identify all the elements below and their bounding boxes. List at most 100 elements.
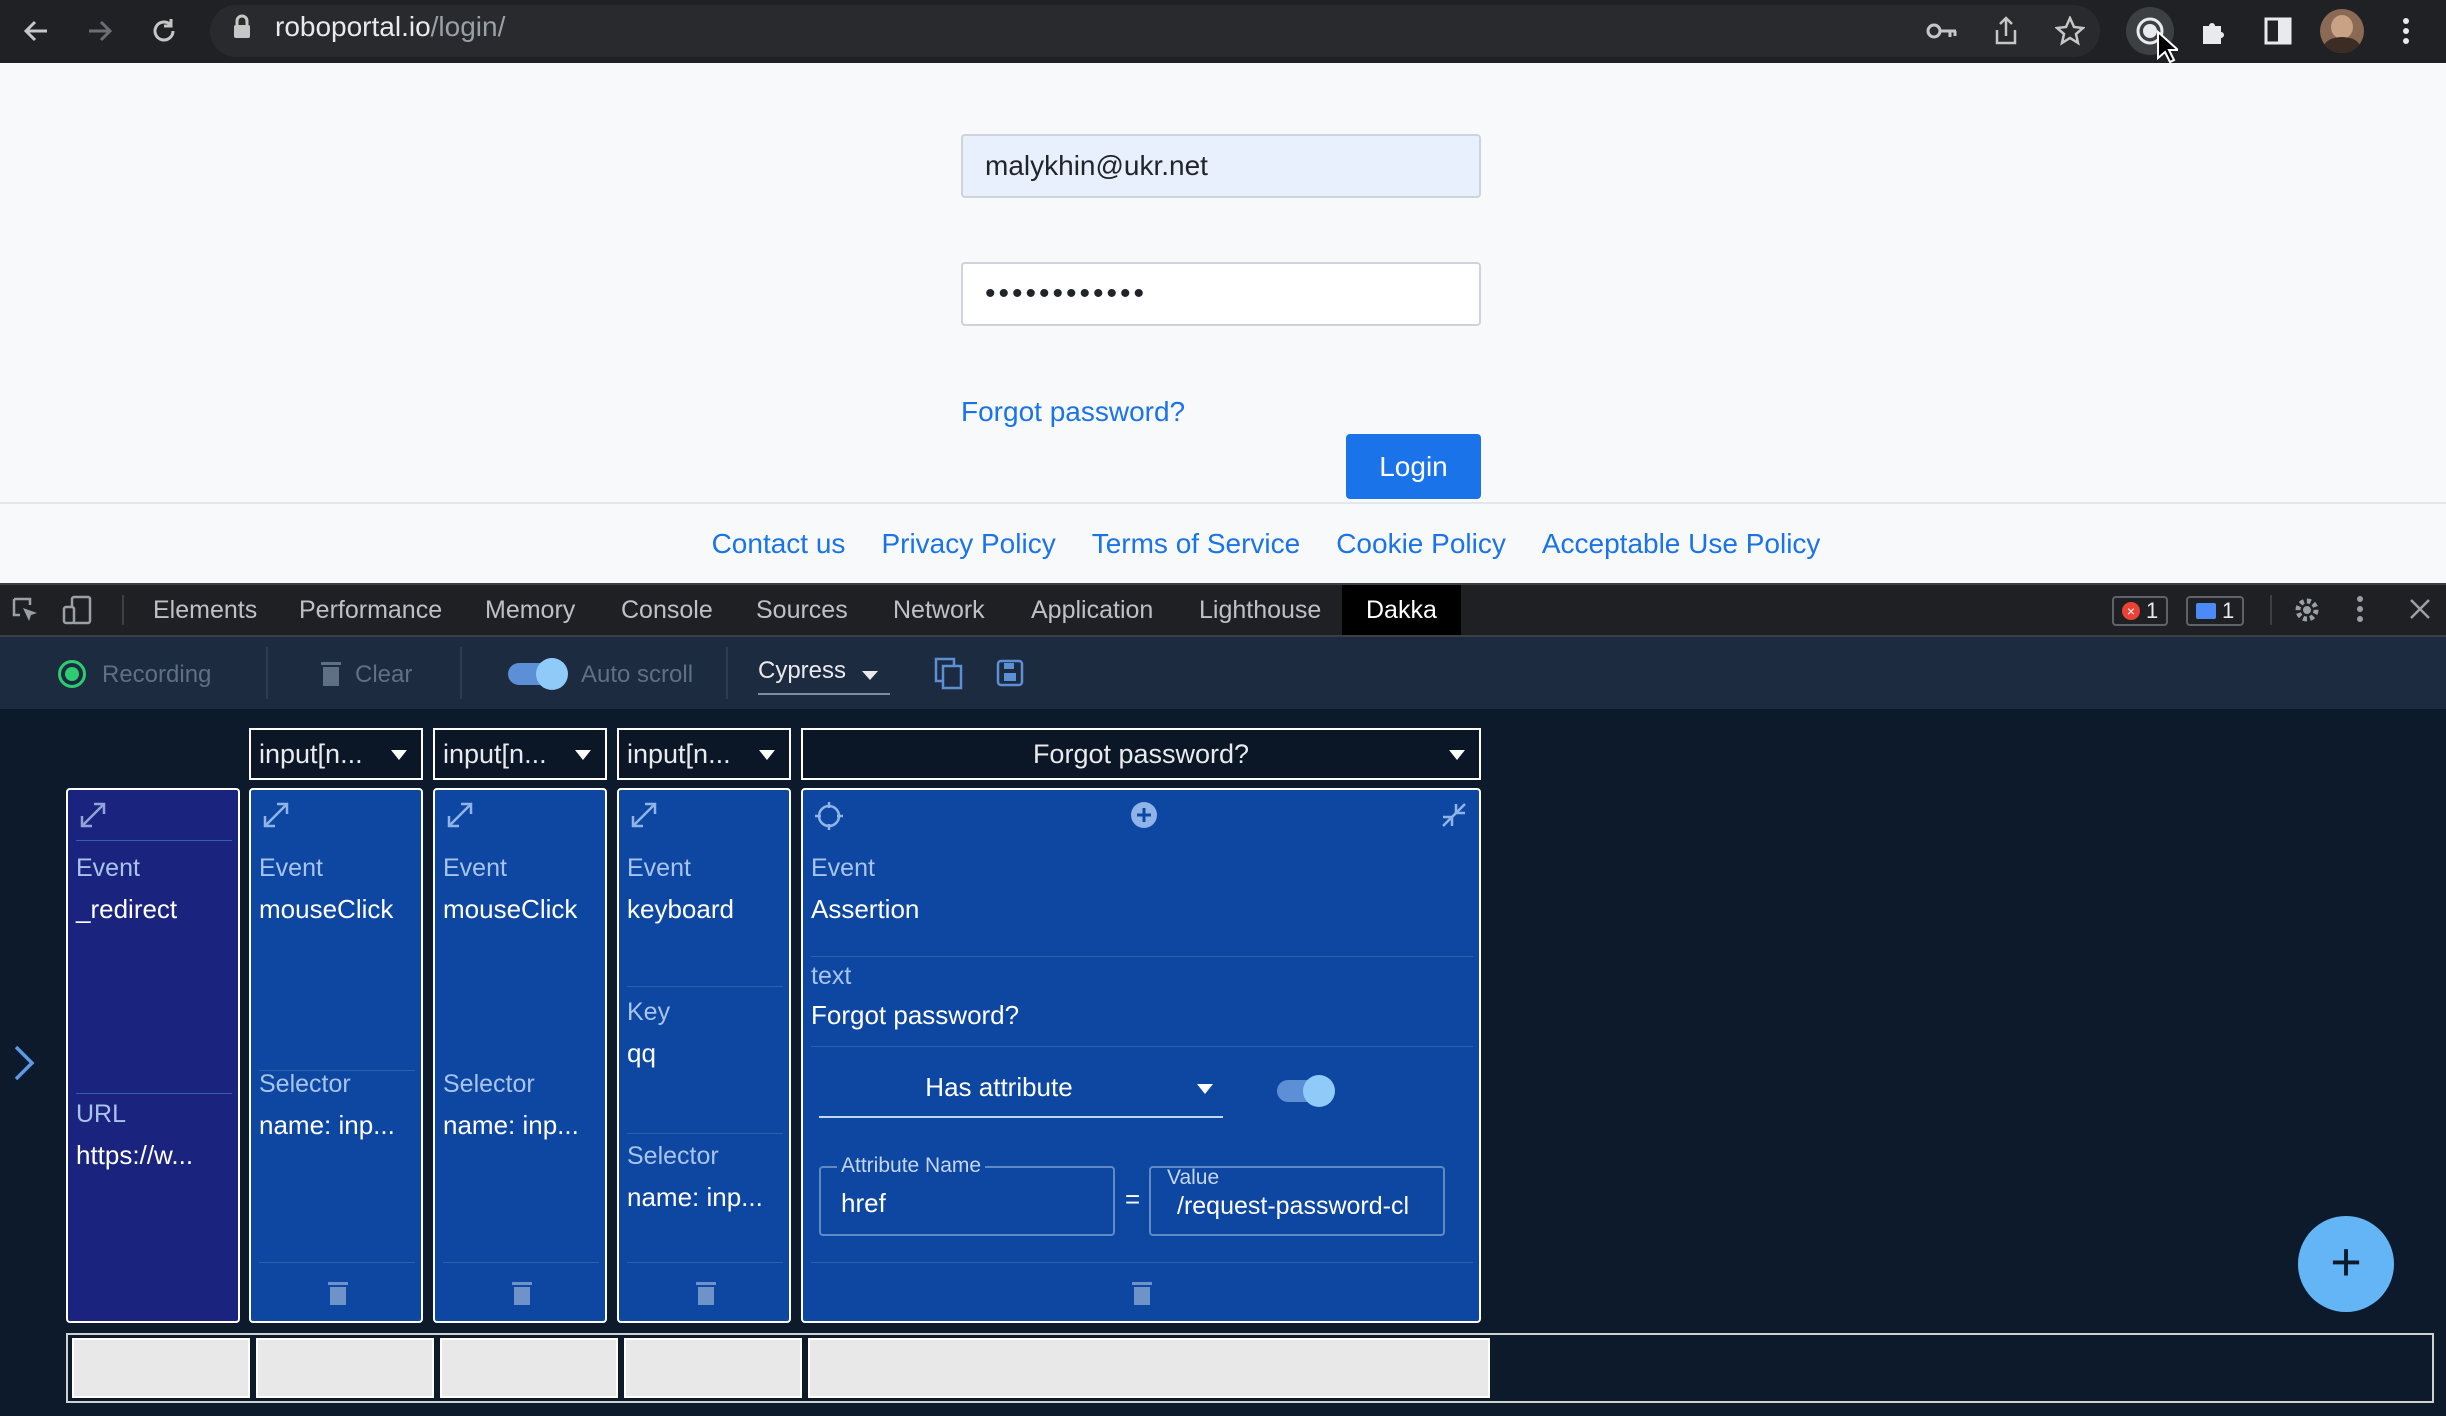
email-field[interactable]: malykhin@ukr.net: [961, 134, 1481, 198]
tab-application[interactable]: Application: [1031, 585, 1153, 635]
divider: [627, 1133, 783, 1134]
assertion-toggle[interactable]: [1277, 1075, 1335, 1107]
attribute-name-field[interactable]: Attribute Name href: [819, 1154, 1115, 1236]
chevron-right-icon[interactable]: [12, 1044, 36, 1087]
timeline-slot[interactable]: [440, 1338, 618, 1398]
divider: [76, 1093, 232, 1094]
tab-memory[interactable]: Memory: [485, 585, 575, 635]
divider: [76, 840, 232, 841]
selector-dropdown-2[interactable]: input[n...: [433, 728, 607, 780]
timeline-slot[interactable]: [256, 1338, 434, 1398]
tab-lighthouse[interactable]: Lighthouse: [1199, 585, 1321, 635]
expand-icon[interactable]: [78, 800, 108, 830]
device-toolbar-icon[interactable]: [62, 595, 94, 630]
web-page: malykhin@ukr.net •••••••••••• Forgot pas…: [0, 63, 2446, 583]
tab-console[interactable]: Console: [621, 585, 713, 635]
devtools-menu-icon[interactable]: [2356, 595, 2364, 628]
extensions-puzzle-icon[interactable]: [2192, 9, 2236, 53]
selector-dropdown-3[interactable]: input[n...: [617, 728, 791, 780]
expand-icon[interactable]: [445, 800, 475, 830]
tab-elements[interactable]: Elements: [153, 585, 257, 635]
event-card-keyboard[interactable]: Event keyboard Key qq Selector name: inp…: [617, 788, 791, 1323]
selector-label: Selector: [443, 1070, 535, 1098]
timeline-slot[interactable]: [72, 1338, 250, 1398]
password-field[interactable]: ••••••••••••: [961, 262, 1481, 326]
profile-avatar[interactable]: [2320, 9, 2364, 53]
browser-menu-icon[interactable]: [2384, 9, 2428, 53]
delete-trash-icon[interactable]: [327, 1280, 349, 1306]
divider: [627, 1262, 783, 1263]
plus-icon: +: [2330, 1232, 2362, 1292]
selector-label: Selector: [627, 1142, 719, 1170]
collapse-icon[interactable]: [1439, 800, 1469, 830]
share-icon[interactable]: [1984, 9, 2028, 53]
delete-trash-icon[interactable]: [511, 1280, 533, 1306]
value-value: /request-password-cl: [1177, 1192, 1410, 1220]
close-devtools-icon[interactable]: [2408, 597, 2432, 626]
privacy-policy-link[interactable]: Privacy Policy: [881, 528, 1055, 560]
toolbar-divider: [266, 647, 268, 699]
event-card-assertion[interactable]: Event Assertion text Forgot password? Ha…: [801, 788, 1481, 1323]
dakka-toolbar: Recording Clear Auto scroll Cypress: [0, 637, 2446, 709]
chevron-down-icon: [1197, 1084, 1213, 1094]
timeline-slot[interactable]: [808, 1338, 1490, 1398]
framework-select[interactable]: Cypress: [758, 649, 890, 695]
settings-gear-icon[interactable]: [2292, 595, 2322, 630]
assertion-type-select[interactable]: Has attribute: [819, 1058, 1223, 1118]
terms-of-service-link[interactable]: Terms of Service: [1092, 528, 1301, 560]
acceptable-use-policy-link[interactable]: Acceptable Use Policy: [1542, 528, 1821, 560]
clear-button[interactable]: Clear: [355, 661, 412, 689]
star-icon[interactable]: [2048, 9, 2092, 53]
message-badge[interactable]: 1: [2186, 596, 2245, 626]
recording-label[interactable]: Recording: [102, 661, 211, 689]
selector-dropdown-4[interactable]: Forgot password?: [801, 728, 1481, 780]
tab-network[interactable]: Network: [893, 585, 985, 635]
tab-divider-right: [2270, 595, 2272, 625]
lock-icon[interactable]: [232, 14, 252, 40]
recording-icon[interactable]: [58, 660, 86, 688]
selector-dropdown-1[interactable]: input[n...: [249, 728, 423, 780]
delete-trash-icon[interactable]: [695, 1280, 717, 1306]
divider: [443, 1262, 599, 1263]
event-card-redirect[interactable]: Event _redirect URL https://w...: [66, 788, 240, 1323]
key-icon[interactable]: [1920, 9, 1964, 53]
expand-icon[interactable]: [261, 800, 291, 830]
delete-trash-icon[interactable]: [1131, 1280, 1153, 1306]
expand-icon[interactable]: [629, 800, 659, 830]
cookie-policy-link[interactable]: Cookie Policy: [1336, 528, 1506, 560]
reload-icon[interactable]: [142, 9, 186, 53]
divider: [811, 1262, 1473, 1263]
login-button[interactable]: Login: [1346, 434, 1481, 499]
event-card-click-2[interactable]: Event mouseClick Selector name: inp...: [433, 788, 607, 1323]
toolbar-divider: [726, 647, 728, 699]
crosshair-icon[interactable]: [813, 800, 845, 832]
error-icon: ×: [2122, 602, 2140, 620]
error-badge[interactable]: × 1: [2112, 596, 2169, 626]
devtools-tab-bar: Elements Performance Memory Console Sour…: [0, 583, 2446, 637]
auto-scroll-toggle[interactable]: [508, 658, 568, 690]
copy-icon[interactable]: [934, 657, 964, 696]
back-arrow-icon[interactable]: [14, 9, 58, 53]
message-icon: [2196, 603, 2216, 619]
forgot-password-link[interactable]: Forgot password?: [961, 396, 1185, 428]
inspect-element-icon[interactable]: [10, 595, 40, 630]
attribute-name-value: href: [841, 1188, 886, 1218]
forward-arrow-icon[interactable]: [78, 9, 122, 53]
event-label: Event: [76, 854, 140, 882]
equals-sign: =: [1125, 1184, 1141, 1214]
event-card-click-1[interactable]: Event mouseClick Selector name: inp...: [249, 788, 423, 1323]
attribute-value-field[interactable]: Value /request-password-cl: [1149, 1166, 1445, 1236]
add-circle-icon[interactable]: [1129, 800, 1159, 830]
timeline-slot[interactable]: [624, 1338, 802, 1398]
save-icon[interactable]: [996, 659, 1024, 692]
event-value: keyboard: [627, 894, 734, 924]
tab-sources[interactable]: Sources: [756, 585, 848, 635]
tab-performance[interactable]: Performance: [299, 585, 442, 635]
url-text: roboportal.io/login/: [275, 11, 505, 43]
message-count: 1: [2222, 598, 2235, 623]
add-event-button[interactable]: +: [2298, 1216, 2394, 1312]
side-panel-icon[interactable]: [2256, 9, 2300, 53]
trash-icon[interactable]: [320, 659, 342, 692]
contact-us-link[interactable]: Contact us: [712, 528, 846, 560]
tab-dakka[interactable]: Dakka: [1342, 585, 1461, 635]
